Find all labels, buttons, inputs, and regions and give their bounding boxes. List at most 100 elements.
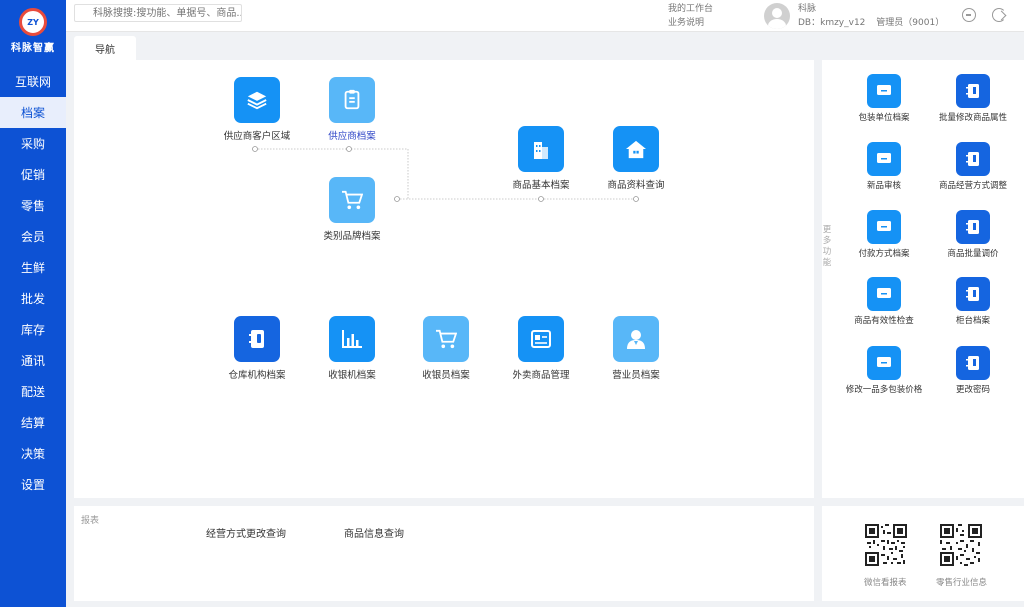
batch-price-adjust-label: 商品批量调价 xyxy=(947,249,999,259)
more-functions-panel: 更多功能 包装单位档案 批量修改商品属性 新品审核 商品经营方式调整 付款方式档… xyxy=(822,60,1024,498)
notebook-icon xyxy=(956,210,990,244)
batch-modify-attr-item[interactable]: 批量修改商品属性 xyxy=(929,74,1017,124)
change-password-item[interactable]: 更改密码 xyxy=(929,346,1017,396)
flow-lines xyxy=(252,146,639,202)
home-icon xyxy=(613,126,659,172)
business-help-link[interactable]: 业务说明 xyxy=(668,16,713,30)
clipboard-icon xyxy=(329,77,375,123)
wechat-qr-code-icon[interactable] xyxy=(865,524,907,566)
payment-method-label: 付款方式档案 xyxy=(858,249,910,259)
workbench-link[interactable]: 我的工作台 xyxy=(668,2,713,16)
counter-archive-label: 柜台档案 xyxy=(955,316,990,326)
retail-info-qr-code-icon[interactable] xyxy=(940,524,982,566)
supplier-archive-item[interactable]: 供应商档案 xyxy=(312,77,392,142)
sidebar-item-promotion[interactable]: 促销 xyxy=(0,159,66,190)
monitor-icon xyxy=(867,277,901,311)
sidebar-item-wholesale[interactable]: 批发 xyxy=(0,283,66,314)
multi-pack-price-item[interactable]: 修改一品多包装价格 xyxy=(840,346,928,396)
supplier-region-label: 供应商客户区域 xyxy=(223,131,291,142)
counter-archive-item[interactable]: 柜台档案 xyxy=(929,277,1017,327)
app-logo: ZY 科脉智赢 xyxy=(0,0,66,62)
pos-machine-label: 收银机档案 xyxy=(328,370,376,381)
top-links: 我的工作台 业务说明 xyxy=(668,2,713,30)
validity-check-item[interactable]: 商品有效性检查 xyxy=(840,277,928,327)
takeout-item[interactable]: 外卖商品管理 xyxy=(501,316,581,381)
qr-panel: 微信看报表 零售行业信息 xyxy=(822,506,1024,601)
bar-chart-icon xyxy=(329,316,375,362)
more-functions-label[interactable]: 更多功能 xyxy=(822,225,832,269)
new-product-audit-label: 新品审核 xyxy=(866,181,901,191)
monitor-icon xyxy=(867,74,901,108)
product-basic-item[interactable]: 商品基本档案 xyxy=(501,126,581,191)
notebook-icon xyxy=(956,277,990,311)
takeout-label: 外卖商品管理 xyxy=(512,370,570,381)
user-role: 管理员（9001） xyxy=(876,18,945,28)
batch-price-adjust-item[interactable]: 商品批量调价 xyxy=(929,210,1017,260)
business-mode-adjust-item[interactable]: 商品经营方式调整 xyxy=(929,142,1017,192)
monitor-icon xyxy=(867,346,901,380)
payment-method-item[interactable]: 付款方式档案 xyxy=(840,210,928,260)
user-icon xyxy=(613,316,659,362)
report-link-business-mode[interactable]: 经营方式更改查询 xyxy=(206,525,286,540)
monitor-icon xyxy=(867,210,901,244)
user-name: 科脉 xyxy=(798,4,817,14)
card-icon xyxy=(518,316,564,362)
cashier-item[interactable]: 收银员档案 xyxy=(406,316,486,381)
search-input[interactable] xyxy=(74,4,242,22)
wechat-report-label: 微信看报表 xyxy=(864,578,907,588)
sidebar-item-purchase[interactable]: 采购 xyxy=(0,128,66,159)
sidebar-item-archives[interactable]: 档案 xyxy=(0,97,66,128)
report-panel: 报表 经营方式更改查询 商品信息查询 xyxy=(74,506,814,601)
sidebar-item-fresh[interactable]: 生鲜 xyxy=(0,252,66,283)
report-link-product-info[interactable]: 商品信息查询 xyxy=(344,525,404,540)
shopping-cart-icon xyxy=(329,177,375,223)
category-brand-item[interactable]: 类别品牌档案 xyxy=(312,177,392,242)
product-basic-label: 商品基本档案 xyxy=(512,180,570,191)
warehouse-label: 仓库机构档案 xyxy=(228,370,286,381)
sidebar-item-retail[interactable]: 零售 xyxy=(0,190,66,221)
packaging-unit-item[interactable]: 包装单位档案 xyxy=(840,74,928,124)
sidebar-item-decision[interactable]: 决策 xyxy=(0,438,66,469)
warehouse-item[interactable]: 仓库机构档案 xyxy=(217,316,297,381)
supplier-region-item[interactable]: 供应商客户区域 xyxy=(217,77,297,142)
notebook-icon xyxy=(956,346,990,380)
validity-check-label: 商品有效性检查 xyxy=(854,316,914,326)
minimize-icon[interactable] xyxy=(962,8,976,22)
shopping-cart-icon xyxy=(423,316,469,362)
top-bar: 我的工作台 业务说明 科脉 DB：kmzy_v12 管理员（9001） xyxy=(66,0,1024,32)
sidebar-item-distribution[interactable]: 配送 xyxy=(0,376,66,407)
sidebar-item-settings[interactable]: 设置 xyxy=(0,469,66,500)
navigation-panel: 供应商客户区域 供应商档案 类别品牌档案 商品基本档案 商品资料查询 仓库机构档… xyxy=(74,60,814,498)
cashier-label: 收银员档案 xyxy=(422,370,470,381)
sidebar: ZY 科脉智赢 互联网 档案 采购 促销 零售 会员 生鲜 批发 库存 通讯 配… xyxy=(0,0,66,607)
product-query-item[interactable]: 商品资料查询 xyxy=(596,126,676,191)
report-title: 报表 xyxy=(81,516,100,526)
monitor-icon xyxy=(867,142,901,176)
salesperson-label: 营业员档案 xyxy=(612,370,660,381)
multi-pack-price-label: 修改一品多包装价格 xyxy=(845,385,923,395)
logout-icon[interactable] xyxy=(992,8,1006,22)
tab-navigation[interactable]: 导航 xyxy=(74,36,136,60)
pos-machine-item[interactable]: 收银机档案 xyxy=(312,316,392,381)
notebook-icon xyxy=(956,74,990,108)
category-brand-label: 类别品牌档案 xyxy=(323,231,381,242)
logo-mark-icon: ZY xyxy=(19,8,47,36)
app-name: 科脉智赢 xyxy=(11,43,55,54)
notebook-icon xyxy=(956,142,990,176)
new-product-audit-item[interactable]: 新品审核 xyxy=(840,142,928,192)
packaging-unit-label: 包装单位档案 xyxy=(858,113,910,123)
retail-info-label: 零售行业信息 xyxy=(936,578,988,588)
sidebar-item-inventory[interactable]: 库存 xyxy=(0,314,66,345)
db-name: DB：kmzy_v12 xyxy=(798,18,866,28)
supplier-archive-label: 供应商档案 xyxy=(328,131,376,142)
sidebar-item-communication[interactable]: 通讯 xyxy=(0,345,66,376)
business-mode-adjust-label: 商品经营方式调整 xyxy=(938,181,1007,191)
salesperson-item[interactable]: 营业员档案 xyxy=(596,316,676,381)
sidebar-item-settlement[interactable]: 结算 xyxy=(0,407,66,438)
batch-modify-attr-label: 批量修改商品属性 xyxy=(938,113,1007,123)
sidebar-item-member[interactable]: 会员 xyxy=(0,221,66,252)
building-icon xyxy=(518,126,564,172)
avatar[interactable] xyxy=(764,3,790,29)
sidebar-item-internet[interactable]: 互联网 xyxy=(0,66,66,97)
product-query-label: 商品资料查询 xyxy=(607,180,665,191)
